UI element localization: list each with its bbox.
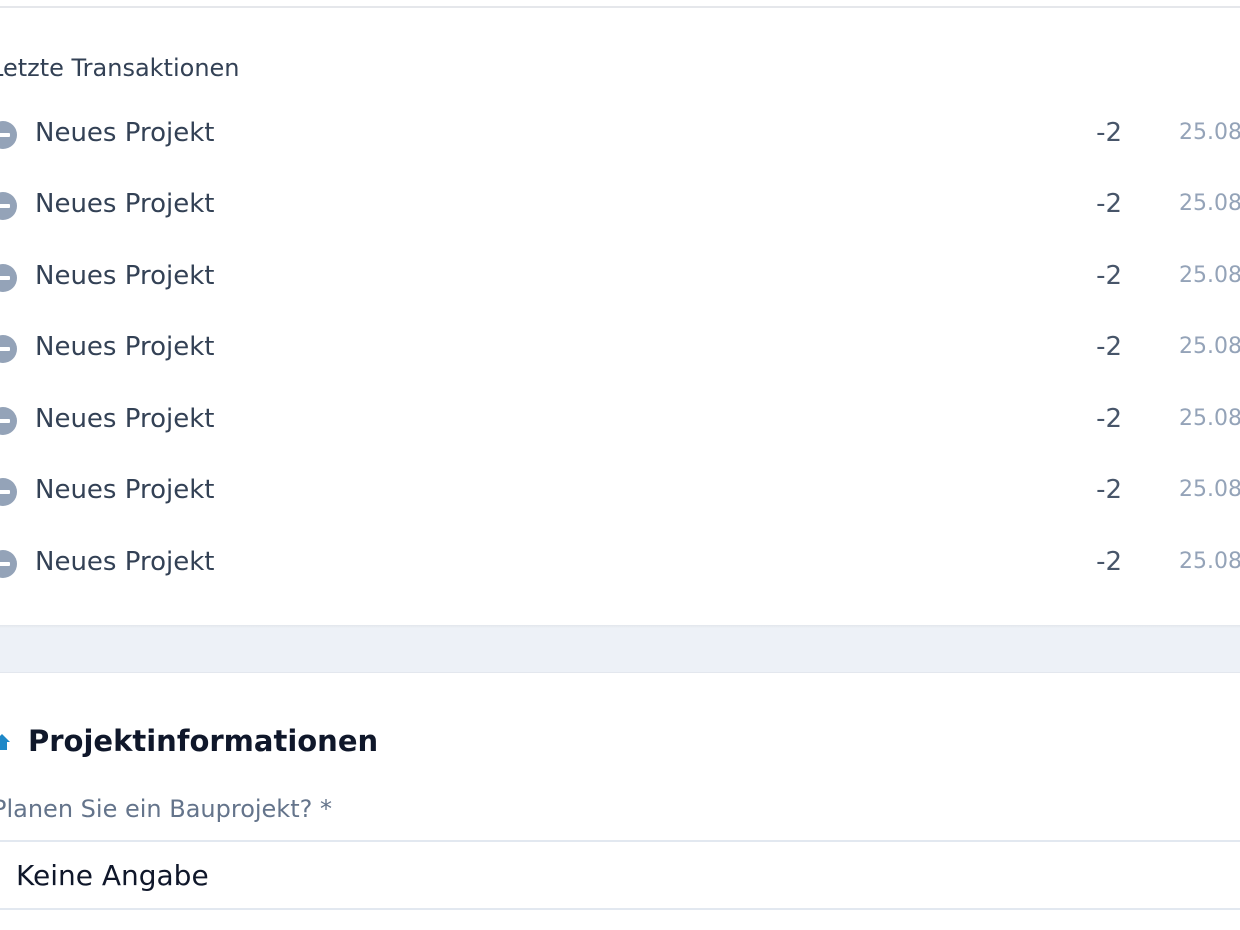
transaction-date: 25.08 bbox=[1179, 334, 1240, 359]
transaction-amount: -2 bbox=[1096, 404, 1122, 434]
transaction-amount: -2 bbox=[1096, 261, 1122, 291]
minus-circle-icon bbox=[0, 407, 17, 435]
transaction-label: Neues Projekt bbox=[35, 261, 215, 291]
transaction-amount: -2 bbox=[1096, 118, 1122, 148]
house-icon bbox=[0, 731, 10, 753]
transaction-row[interactable]: Neues Projekt -2 25.08 bbox=[0, 250, 1240, 300]
minus-circle-icon bbox=[0, 264, 17, 292]
minus-circle-icon bbox=[0, 550, 17, 578]
transaction-row[interactable]: Neues Projekt -2 25.08 bbox=[0, 178, 1240, 228]
transaction-label: Neues Projekt bbox=[35, 475, 215, 505]
transaction-date: 25.08 bbox=[1179, 549, 1240, 574]
transaction-date: 25.08 bbox=[1179, 120, 1240, 145]
section-separator bbox=[0, 628, 1240, 672]
transaction-label: Neues Projekt bbox=[35, 332, 215, 362]
transaction-amount: -2 bbox=[1096, 547, 1122, 577]
transaction-label: Neues Projekt bbox=[35, 404, 215, 434]
transaction-row[interactable]: Neues Projekt -2 25.08 bbox=[0, 321, 1240, 371]
minus-circle-icon bbox=[0, 478, 17, 506]
project-info-section: Projektinformationen Planen Sie ein Baup… bbox=[0, 673, 1240, 930]
transaction-amount: -2 bbox=[1096, 332, 1122, 362]
transaction-date: 25.08 bbox=[1179, 263, 1240, 288]
transaction-row[interactable]: Neues Projekt -2 25.08 bbox=[0, 107, 1240, 157]
transaction-date: 25.08 bbox=[1179, 477, 1240, 502]
transaction-amount: -2 bbox=[1096, 189, 1122, 219]
minus-circle-icon bbox=[0, 192, 17, 220]
transaction-date: 25.08 bbox=[1179, 191, 1240, 216]
transaction-label: Neues Projekt bbox=[35, 118, 215, 148]
section-title: Projektinformationen bbox=[28, 724, 379, 758]
transaction-row[interactable]: Neues Projekt -2 25.08 bbox=[0, 464, 1240, 514]
recent-transactions-title: Letzte Transaktionen bbox=[0, 54, 240, 82]
transaction-row[interactable]: Neues Projekt -2 25.08 bbox=[0, 393, 1240, 443]
transaction-label: Neues Projekt bbox=[35, 189, 215, 219]
transaction-row[interactable]: Neues Projekt -2 25.08 bbox=[0, 536, 1240, 586]
minus-circle-icon bbox=[0, 121, 17, 149]
construction-project-question-label: Planen Sie ein Bauprojekt? * bbox=[0, 795, 332, 823]
transaction-amount: -2 bbox=[1096, 475, 1122, 505]
transaction-date: 25.08 bbox=[1179, 406, 1240, 431]
recent-transactions-card: Letzte Transaktionen Neues Projekt -2 25… bbox=[0, 8, 1240, 625]
minus-circle-icon bbox=[0, 335, 17, 363]
select-value: Keine Angabe bbox=[16, 859, 209, 892]
construction-project-select[interactable]: Keine Angabe bbox=[0, 840, 1240, 910]
transaction-label: Neues Projekt bbox=[35, 547, 215, 577]
page: Letzte Transaktionen Neues Projekt -2 25… bbox=[0, 0, 1240, 930]
